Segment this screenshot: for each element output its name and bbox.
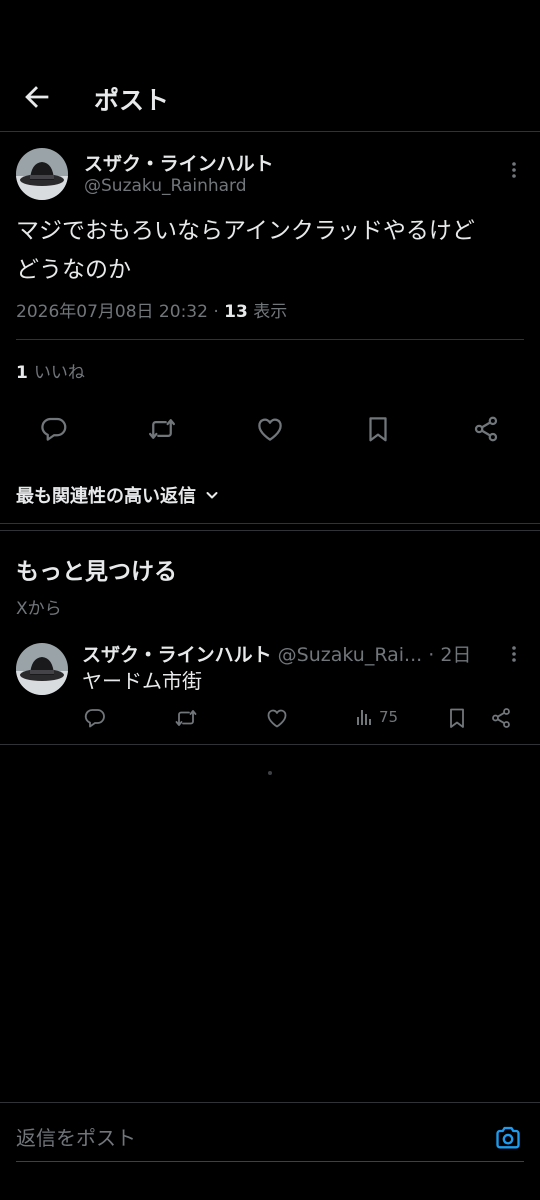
top-bar: ポスト: [0, 0, 540, 132]
views-count: 75: [379, 708, 399, 726]
camera-icon[interactable]: [494, 1124, 522, 1152]
like-icon[interactable]: [255, 414, 285, 444]
avatar[interactable]: [16, 148, 68, 200]
likes-label: いいね: [33, 363, 85, 383]
divider: [0, 530, 540, 531]
post-timestamp: 2026年07月08日 20:32: [16, 302, 208, 322]
views-count: 13: [224, 302, 248, 322]
avatar[interactable]: [16, 643, 68, 695]
reply-sort-dropdown[interactable]: 最も関連性の高い返信: [16, 482, 220, 508]
loading-indicator: [268, 771, 272, 775]
views-button[interactable]: 75: [355, 707, 398, 727]
post-text: マジでおもろいならアインクラッドやるけど どうなのか: [16, 212, 524, 290]
bookmark-icon[interactable]: [445, 706, 469, 730]
divider: [16, 339, 524, 340]
likes-summary[interactable]: 1 いいね: [16, 358, 85, 383]
share-icon[interactable]: [489, 706, 513, 730]
views-label: 表示: [253, 302, 288, 322]
chevron-down-icon: [204, 487, 220, 503]
author-name[interactable]: スザク・ラインハルト: [84, 149, 274, 176]
recommended-post-header[interactable]: スザク・ラインハルト @Suzaku_Rai... · 2日: [82, 640, 502, 667]
discover-subtitle: Xから: [16, 599, 62, 619]
post-text-line: どうなのか: [16, 257, 131, 283]
recommended-post-text[interactable]: ヤードム市街: [82, 665, 202, 694]
divider: [0, 523, 540, 524]
reply-sort-label: 最も関連性の高い返信: [16, 486, 196, 507]
author-handle[interactable]: @Suzaku_Rai...: [278, 644, 423, 666]
repost-icon[interactable]: [147, 414, 177, 444]
divider: [16, 1161, 524, 1162]
reply-input[interactable]: [16, 1123, 476, 1153]
post-time: · 2日: [428, 644, 472, 666]
divider: [0, 744, 540, 745]
likes-count: 1: [16, 363, 28, 383]
views-icon: [355, 707, 375, 727]
more-dots-icon[interactable]: [504, 160, 524, 180]
reply-icon[interactable]: [39, 414, 69, 444]
post-text-line: マジでおもろいならアインクラッドやるけど: [16, 218, 475, 244]
back-arrow-icon[interactable]: [20, 80, 54, 114]
share-icon[interactable]: [471, 414, 501, 444]
page-title: ポスト: [94, 86, 170, 115]
like-icon[interactable]: [265, 706, 289, 730]
author-name[interactable]: スザク・ラインハルト: [82, 644, 272, 666]
bookmark-icon[interactable]: [363, 414, 393, 444]
repost-icon[interactable]: [174, 706, 198, 730]
reply-composer: [0, 1102, 540, 1200]
post-meta: 2026年07月08日 20:32 · 13 表示: [16, 302, 288, 322]
more-dots-icon[interactable]: [504, 644, 524, 664]
reply-icon[interactable]: [83, 706, 107, 730]
discover-title: もっと見つける: [16, 559, 177, 585]
author-handle[interactable]: @Suzaku_Rainhard: [84, 176, 247, 196]
